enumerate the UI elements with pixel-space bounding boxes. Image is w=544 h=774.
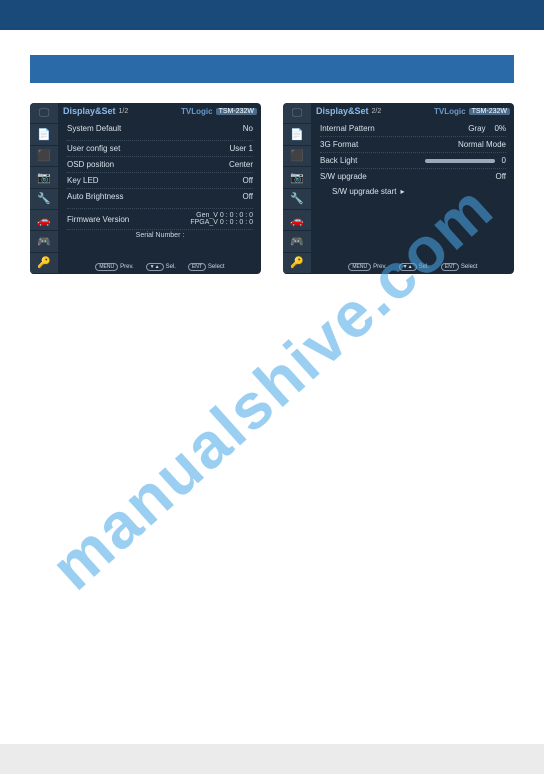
- footer-prev: MENUPrev.: [95, 263, 133, 271]
- value: Off: [242, 176, 253, 185]
- ent-btn-icon: ENT: [188, 263, 206, 271]
- document-icon[interactable]: 📄: [283, 124, 311, 145]
- value: Normal Mode: [458, 140, 506, 149]
- value: No: [243, 124, 253, 133]
- label: 3G Format: [320, 140, 358, 149]
- value-group: Gray 0%: [468, 124, 506, 133]
- row-3g-format[interactable]: 3G Format Normal Mode: [320, 136, 506, 152]
- row-auto-brightness[interactable]: Auto Brightness Off: [67, 188, 253, 204]
- value: User 1: [229, 144, 253, 153]
- osd-main: Display&Set 1/2 TVLogic TSM-232W System …: [59, 103, 261, 274]
- row-key-led[interactable]: Key LED Off: [67, 172, 253, 188]
- row-system-default[interactable]: System Default No: [67, 121, 253, 136]
- label: Back Light: [320, 156, 357, 165]
- tool-icon[interactable]: 🔧: [30, 189, 58, 210]
- row-osd-position[interactable]: OSD position Center: [67, 156, 253, 172]
- percent: 0%: [494, 124, 506, 133]
- osd-header: Display&Set 1/2 TVLogic TSM-232W: [59, 103, 261, 119]
- osd-footer: MENUPrev. ▼▲Sel. ENTSelect: [312, 260, 514, 274]
- menu-btn-icon: MENU: [95, 263, 118, 271]
- top-bar: [0, 0, 544, 30]
- row-sw-upgrade[interactable]: S/W upgrade Off: [320, 168, 506, 184]
- osd-screen-2: 🖵 📄 ⬛ 📷 🔧 🚗 🎮 🔑 Display&Set 2/2 TVLogic …: [283, 103, 514, 274]
- label: Key LED: [67, 176, 99, 185]
- square-icon[interactable]: ⬛: [30, 146, 58, 167]
- menu-btn-icon: MENU: [348, 263, 371, 271]
- monitor-icon[interactable]: 🖵: [283, 103, 311, 124]
- camera-icon[interactable]: 📷: [283, 167, 311, 188]
- label: Internal Pattern: [320, 124, 375, 133]
- footer-sel: ▼▲Sel.: [146, 263, 176, 271]
- camera-icon[interactable]: 📷: [30, 167, 58, 188]
- controller-icon[interactable]: 🎮: [30, 231, 58, 252]
- vehicle-icon[interactable]: 🚗: [30, 210, 58, 231]
- osd-page: 1/2: [119, 108, 129, 115]
- footer-prev: MENUPrev.: [348, 263, 386, 271]
- osd-body: System Default No User config set User 1…: [59, 119, 261, 260]
- screenshots-row: 🖵 📄 ⬛ 📷 🔧 🚗 🎮 🔑 Display&Set 1/2 TVLogic …: [30, 103, 514, 274]
- label: S/W upgrade: [320, 172, 367, 181]
- tool-icon[interactable]: 🔧: [283, 189, 311, 210]
- row-back-light[interactable]: Back Light 0: [320, 152, 506, 168]
- footer-select: ENTSelect: [441, 263, 478, 271]
- monitor-icon[interactable]: 🖵: [30, 103, 58, 124]
- row-serial: Serial Number :: [67, 229, 253, 241]
- square-icon[interactable]: ⬛: [283, 146, 311, 167]
- value: 0: [502, 156, 506, 165]
- updown-btn-icon: ▼▲: [146, 263, 164, 271]
- document-icon[interactable]: 📄: [30, 124, 58, 145]
- osd-screen-1: 🖵 📄 ⬛ 📷 🔧 🚗 🎮 🔑 Display&Set 1/2 TVLogic …: [30, 103, 261, 274]
- ent-btn-icon: ENT: [441, 263, 459, 271]
- osd-header: Display&Set 2/2 TVLogic TSM-232W: [312, 103, 514, 119]
- controller-icon[interactable]: 🎮: [283, 231, 311, 252]
- updown-btn-icon: ▼▲: [399, 263, 417, 271]
- value: Gray: [468, 124, 485, 133]
- osd-brand: TVLogic: [434, 107, 466, 116]
- osd-sidebar: 🖵 📄 ⬛ 📷 🔧 🚗 🎮 🔑: [30, 103, 59, 274]
- label: Firmware Version: [67, 215, 129, 224]
- label: Auto Brightness: [67, 192, 123, 201]
- osd-title: Display&Set: [63, 106, 116, 116]
- osd-footer: MENUPrev. ▼▲Sel. ENTSelect: [59, 260, 261, 274]
- fw-line-2: FPGA_V 0 : 0 : 0 : 0: [190, 219, 253, 226]
- bottom-bar: [0, 744, 544, 774]
- chevron-right-icon: ▸: [400, 187, 404, 196]
- row-internal-pattern[interactable]: Internal Pattern Gray 0%: [320, 121, 506, 136]
- value: Gen_V 0 : 0 : 0 : 0 FPGA_V 0 : 0 : 0 : 0: [190, 212, 253, 226]
- footer-select: ENTSelect: [188, 263, 225, 271]
- section-banner: [30, 55, 514, 83]
- fw-line-1: Gen_V 0 : 0 : 0 : 0: [196, 212, 253, 219]
- value: Off: [242, 192, 253, 201]
- label: User config set: [67, 144, 120, 153]
- row-firmware: Firmware Version Gen_V 0 : 0 : 0 : 0 FPG…: [67, 208, 253, 229]
- osd-model: TSM-232W: [216, 108, 257, 115]
- osd-title: Display&Set: [316, 106, 369, 116]
- osd-page: 2/2: [372, 108, 382, 115]
- value: Center: [229, 160, 253, 169]
- osd-main: Display&Set 2/2 TVLogic TSM-232W Interna…: [312, 103, 514, 274]
- content-area: 🖵 📄 ⬛ 📷 🔧 🚗 🎮 🔑 Display&Set 1/2 TVLogic …: [0, 30, 544, 299]
- row-sw-upgrade-start[interactable]: S/W upgrade start ▸: [320, 184, 506, 199]
- osd-model: TSM-232W: [469, 108, 510, 115]
- footer-sel: ▼▲Sel.: [399, 263, 429, 271]
- vehicle-icon[interactable]: 🚗: [283, 210, 311, 231]
- osd-brand: TVLogic: [181, 107, 213, 116]
- key-icon[interactable]: 🔑: [283, 253, 311, 274]
- row-user-config[interactable]: User config set User 1: [67, 140, 253, 156]
- osd-sidebar: 🖵 📄 ⬛ 📷 🔧 🚗 🎮 🔑: [283, 103, 312, 274]
- slider-track[interactable]: [425, 159, 495, 163]
- label: OSD position: [67, 160, 114, 169]
- value: Off: [495, 172, 506, 181]
- slider-group[interactable]: 0: [425, 156, 506, 165]
- key-icon[interactable]: 🔑: [30, 253, 58, 274]
- label: System Default: [67, 124, 121, 133]
- label: S/W upgrade start ▸: [320, 187, 405, 196]
- osd-body: Internal Pattern Gray 0% 3G Format Norma…: [312, 119, 514, 260]
